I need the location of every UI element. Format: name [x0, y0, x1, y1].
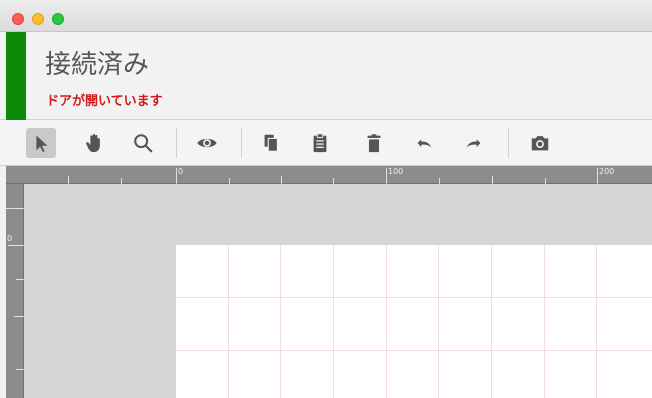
minimize-window-button[interactable]: [32, 13, 44, 25]
clipboard-icon: [313, 133, 327, 153]
ruler-tick: [333, 178, 334, 184]
canvas-area[interactable]: 0 100 200 0: [0, 166, 652, 398]
arrow-pointer-icon: [36, 135, 48, 153]
toolbar-separator: [508, 128, 509, 158]
grid-line: [228, 245, 229, 398]
grid-line: [438, 245, 439, 398]
ruler-tick: [6, 208, 24, 209]
hand-icon: [86, 134, 100, 153]
ruler-label-v0: 0: [7, 234, 13, 243]
ruler-tick: [176, 168, 177, 184]
delete-button[interactable]: [359, 128, 389, 158]
grid-line: [280, 245, 281, 398]
ruler-tick: [8, 245, 24, 246]
ruler-tick: [16, 279, 24, 280]
preview-button[interactable]: [192, 128, 222, 158]
paste-button[interactable]: [305, 128, 335, 158]
select-tool-button[interactable]: [26, 128, 56, 158]
ruler-label-0: 0: [178, 167, 184, 176]
toolbar: [0, 120, 652, 166]
connection-status-panel: 接続済み ドアが開いています: [0, 32, 652, 120]
ruler-tick: [439, 178, 440, 184]
eye-icon: [197, 138, 217, 148]
pan-tool-button[interactable]: [79, 128, 109, 158]
undo-button[interactable]: [409, 128, 439, 158]
zoom-window-button[interactable]: [52, 13, 64, 25]
grid-line: [176, 297, 652, 298]
grid-line: [544, 245, 545, 398]
grid-line: [176, 350, 652, 351]
close-window-button[interactable]: [12, 13, 24, 25]
snapshot-button[interactable]: [525, 128, 555, 158]
ruler-tick: [492, 176, 493, 184]
undo-icon: [417, 139, 432, 148]
grid-line: [333, 245, 334, 398]
magnifier-icon: [134, 134, 153, 153]
copy-icon: [264, 134, 278, 152]
door-status-message: ドアが開いています: [46, 94, 163, 109]
ruler-tick: [121, 178, 122, 184]
ruler-tick: [597, 168, 598, 184]
toolbar-separator: [176, 128, 177, 158]
grid-line: [491, 245, 492, 398]
copy-button[interactable]: [256, 128, 286, 158]
vertical-ruler: 0: [6, 184, 24, 398]
title-bar: [0, 0, 652, 32]
canvas-page[interactable]: [176, 245, 652, 398]
ruler-tick: [14, 316, 24, 317]
connection-status-title: 接続済み: [45, 50, 150, 80]
redo-icon: [466, 139, 481, 148]
horizontal-ruler: 0 100 200: [6, 166, 652, 184]
ruler-tick: [68, 176, 69, 184]
ruler-label-100: 100: [388, 167, 404, 176]
toolbar-separator: [241, 128, 242, 158]
zoom-tool-button[interactable]: [128, 128, 158, 158]
grid-line: [596, 245, 597, 398]
ruler-tick: [386, 168, 387, 184]
ruler-tick: [229, 178, 230, 184]
ruler-tick: [16, 369, 24, 370]
trash-icon: [367, 134, 381, 153]
camera-icon: [531, 136, 549, 151]
ruler-label-200: 200: [599, 167, 615, 176]
ruler-tick: [545, 178, 546, 184]
connection-indicator: [6, 32, 26, 120]
grid-line: [386, 245, 387, 398]
ruler-tick: [281, 176, 282, 184]
redo-button[interactable]: [459, 128, 489, 158]
